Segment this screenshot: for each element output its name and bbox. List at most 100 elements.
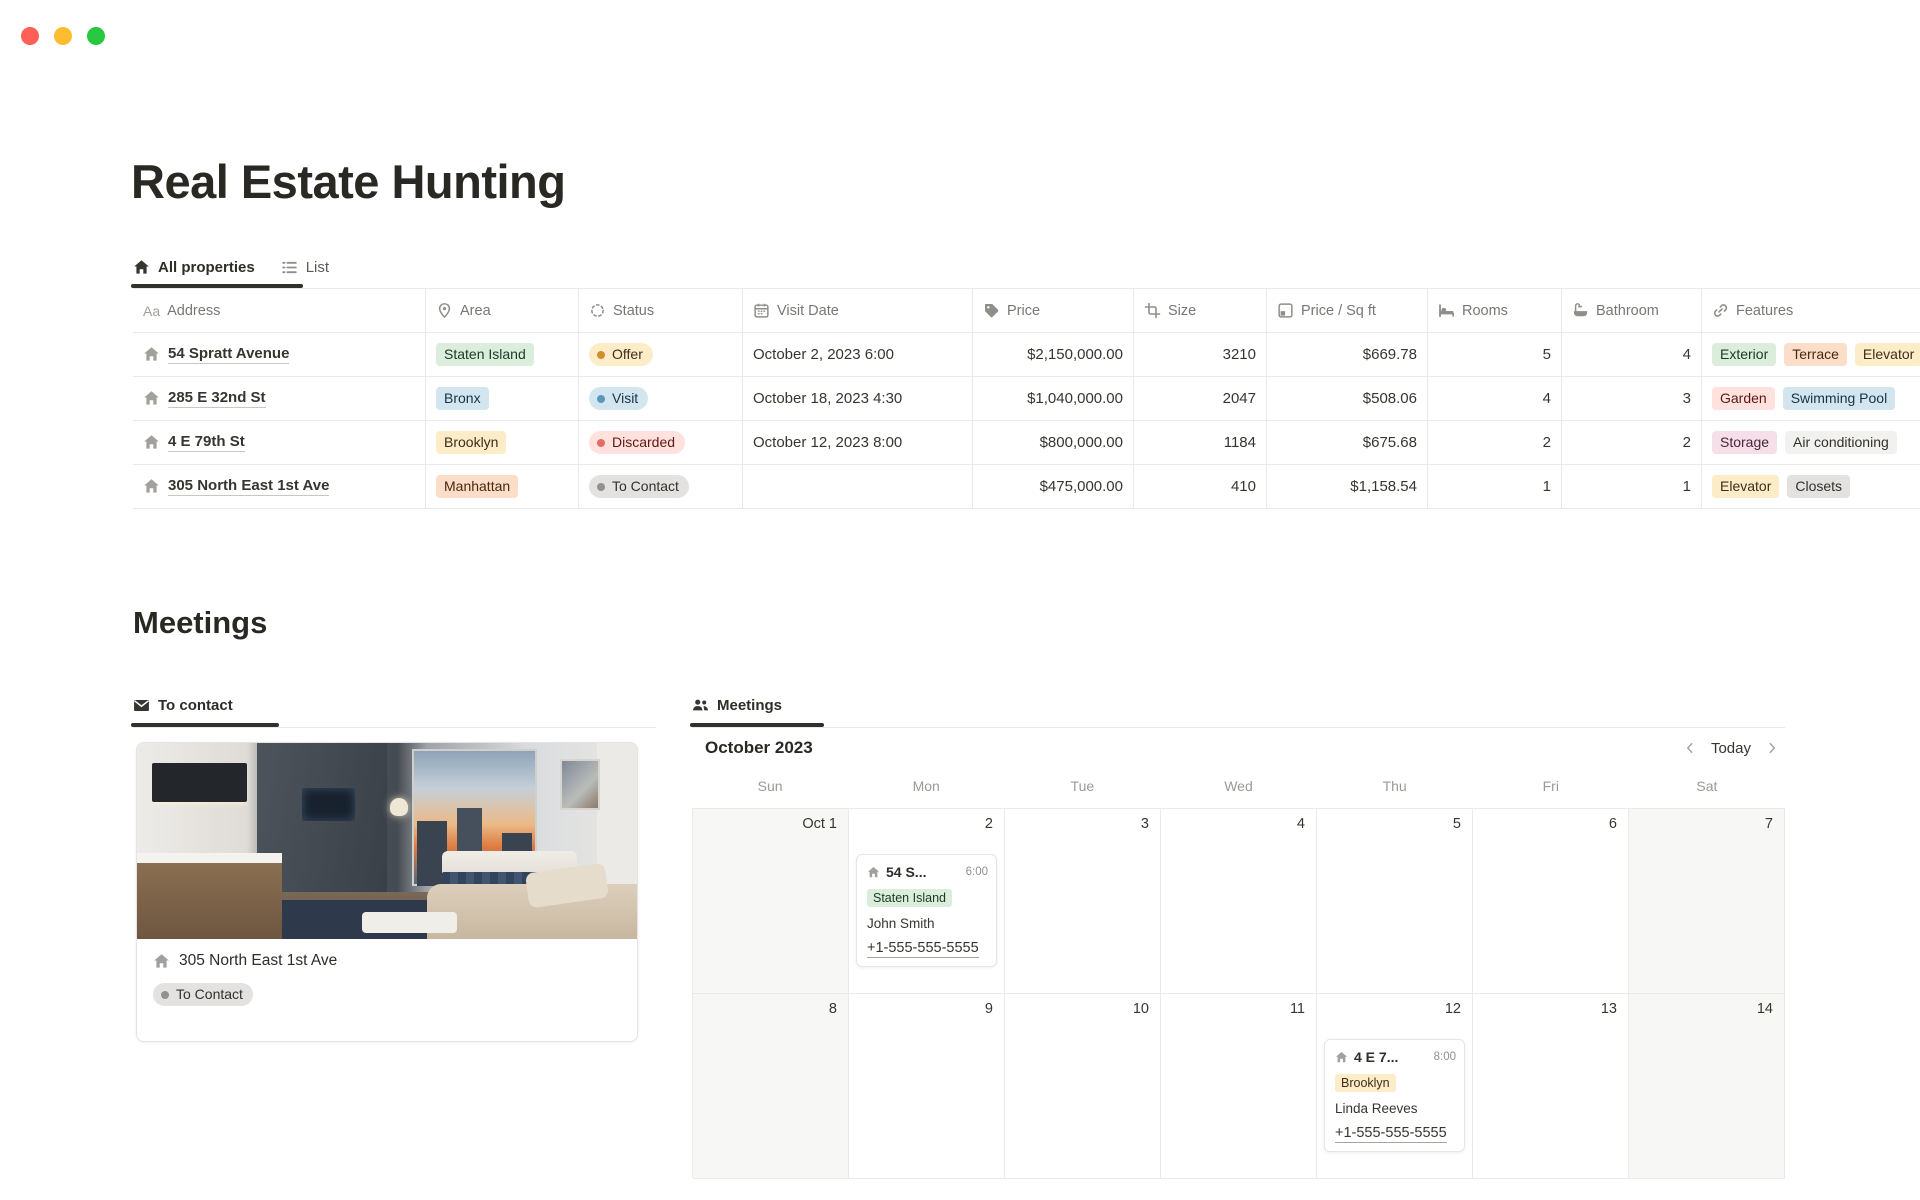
column-header-address[interactable]: AaAddress xyxy=(133,289,426,332)
area-tag: Staten Island xyxy=(436,343,534,366)
day-header: Mon xyxy=(848,778,1004,794)
cell-visit_date[interactable]: October 12, 2023 8:00 xyxy=(743,421,973,464)
calendar-date-label: 3 xyxy=(1141,816,1149,832)
calendar-day-headers: Sun Mon Tue Wed Thu Fri Sat xyxy=(692,778,1785,794)
cell-size[interactable]: 3210 xyxy=(1134,333,1267,376)
formula-icon xyxy=(1277,302,1294,319)
tab-to-contact[interactable]: To contact xyxy=(133,684,233,727)
column-header-visit_date[interactable]: Visit Date xyxy=(743,289,973,332)
cell-area[interactable]: Brooklyn xyxy=(426,421,579,464)
maximize-button[interactable] xyxy=(87,27,105,45)
cell-rooms[interactable]: 1 xyxy=(1428,465,1562,508)
cell-address[interactable]: 305 North East 1st Ave xyxy=(133,465,426,508)
cell-area[interactable]: Manhattan xyxy=(426,465,579,508)
address-link[interactable]: 4 E 79th St xyxy=(168,433,245,452)
cell-address[interactable]: 285 E 32nd St xyxy=(133,377,426,420)
gallery-card-property[interactable]: 305 North East 1st Ave To Contact xyxy=(136,742,638,1042)
calendar-day-cell[interactable]: 14 xyxy=(1629,994,1785,1179)
cell-status[interactable]: Offer xyxy=(579,333,743,376)
column-header-status[interactable]: Status xyxy=(579,289,743,332)
address-link[interactable]: 285 E 32nd St xyxy=(168,389,266,408)
home-icon xyxy=(133,259,150,276)
cell-features[interactable]: GardenSwimming Pool xyxy=(1702,377,1920,420)
calendar-day-cell[interactable]: 11 xyxy=(1161,994,1317,1179)
table-header-row: AaAddressAreaStatusVisit DatePriceSizePr… xyxy=(133,288,1920,333)
tab-all-properties[interactable]: All properties xyxy=(133,246,255,288)
column-header-area[interactable]: Area xyxy=(426,289,579,332)
cell-bathroom[interactable]: 1 xyxy=(1562,465,1702,508)
chevron-right-icon[interactable] xyxy=(1765,741,1779,755)
cell-status[interactable]: Discarded xyxy=(579,421,743,464)
cell-features[interactable]: StorageAir conditioning xyxy=(1702,421,1920,464)
event-card[interactable]: 54 S...6:00Staten IslandJohn Smith+1-555… xyxy=(856,854,997,967)
address-link[interactable]: 305 North East 1st Ave xyxy=(168,477,329,496)
calendar-day-cell[interactable]: Oct 1 xyxy=(693,809,849,994)
calendar-day-cell[interactable]: 4 xyxy=(1161,809,1317,994)
cell-price_sqft[interactable]: $669.78 xyxy=(1267,333,1428,376)
status-dot xyxy=(161,991,169,999)
cell-bathroom[interactable]: 3 xyxy=(1562,377,1702,420)
event-phone-link[interactable]: +1-555-555-5555 xyxy=(867,940,996,956)
tab-meetings-calendar[interactable]: Meetings xyxy=(692,684,782,727)
event-phone-link[interactable]: +1-555-555-5555 xyxy=(1335,1125,1464,1141)
cell-price_sqft[interactable]: $675.68 xyxy=(1267,421,1428,464)
event-card[interactable]: 4 E 7...8:00BrooklynLinda Reeves+1-555-5… xyxy=(1324,1039,1465,1152)
column-header-rooms[interactable]: Rooms xyxy=(1428,289,1562,332)
calendar-day-cell[interactable]: 124 E 7...8:00BrooklynLinda Reeves+1-555… xyxy=(1317,994,1473,1179)
calendar-day-cell[interactable]: 8 xyxy=(693,994,849,1179)
cell-value: $1,040,000.00 xyxy=(1027,390,1123,407)
calendar-day-cell[interactable]: 5 xyxy=(1317,809,1473,994)
minimize-button[interactable] xyxy=(54,27,72,45)
calendar-day-cell[interactable]: 10 xyxy=(1005,994,1161,1179)
table-row: 285 E 32nd St BronxVisitOctober 18, 2023 … xyxy=(133,377,1920,421)
feature-tag: Garden xyxy=(1712,387,1775,410)
calendar-date-label: 5 xyxy=(1453,816,1461,832)
cell-price[interactable]: $1,040,000.00 xyxy=(973,377,1134,420)
column-header-size[interactable]: Size xyxy=(1134,289,1267,332)
address-link[interactable]: 54 Spratt Avenue xyxy=(168,345,289,364)
calendar-day-cell[interactable]: 7 xyxy=(1629,809,1785,994)
today-button[interactable]: Today xyxy=(1711,740,1751,757)
active-tab-underline xyxy=(690,723,824,727)
column-header-price_sqft[interactable]: Price / Sq ft xyxy=(1267,289,1428,332)
cell-features[interactable]: ExteriorTerraceElevator xyxy=(1702,333,1920,376)
cell-address[interactable]: 4 E 79th St xyxy=(133,421,426,464)
cell-status[interactable]: Visit xyxy=(579,377,743,420)
cell-visit_date[interactable]: October 18, 2023 4:30 xyxy=(743,377,973,420)
cell-size[interactable]: 1184 xyxy=(1134,421,1267,464)
calendar-date-label: 6 xyxy=(1609,816,1617,832)
cell-address[interactable]: 54 Spratt Avenue xyxy=(133,333,426,376)
calendar-day-cell[interactable]: 3 xyxy=(1005,809,1161,994)
calendar-day-cell[interactable]: 9 xyxy=(849,994,1005,1179)
column-header-features[interactable]: Features xyxy=(1702,289,1920,332)
house-icon xyxy=(143,478,160,495)
cell-price[interactable]: $475,000.00 xyxy=(973,465,1134,508)
cell-area[interactable]: Bronx xyxy=(426,377,579,420)
tab-list[interactable]: List xyxy=(281,246,329,288)
cell-rooms[interactable]: 5 xyxy=(1428,333,1562,376)
cell-rooms[interactable]: 4 xyxy=(1428,377,1562,420)
chevron-left-icon[interactable] xyxy=(1683,741,1697,755)
calendar-day-cell[interactable]: 6 xyxy=(1473,809,1629,994)
cell-status[interactable]: To Contact xyxy=(579,465,743,508)
close-button[interactable] xyxy=(21,27,39,45)
day-header: Tue xyxy=(1004,778,1160,794)
calendar-date-label: 4 xyxy=(1297,816,1305,832)
cell-area[interactable]: Staten Island xyxy=(426,333,579,376)
column-header-price[interactable]: Price xyxy=(973,289,1134,332)
cell-bathroom[interactable]: 2 xyxy=(1562,421,1702,464)
cell-rooms[interactable]: 2 xyxy=(1428,421,1562,464)
cell-bathroom[interactable]: 4 xyxy=(1562,333,1702,376)
cell-price_sqft[interactable]: $508.06 xyxy=(1267,377,1428,420)
column-header-bathroom[interactable]: Bathroom xyxy=(1562,289,1702,332)
cell-price[interactable]: $2,150,000.00 xyxy=(973,333,1134,376)
cell-visit_date[interactable]: October 2, 2023 6:00 xyxy=(743,333,973,376)
cell-price_sqft[interactable]: $1,158.54 xyxy=(1267,465,1428,508)
cell-size[interactable]: 410 xyxy=(1134,465,1267,508)
cell-price[interactable]: $800,000.00 xyxy=(973,421,1134,464)
calendar-day-cell[interactable]: 13 xyxy=(1473,994,1629,1179)
cell-features[interactable]: ElevatorClosets xyxy=(1702,465,1920,508)
cell-size[interactable]: 2047 xyxy=(1134,377,1267,420)
cell-visit_date[interactable] xyxy=(743,465,973,508)
calendar-day-cell[interactable]: 254 S...6:00Staten IslandJohn Smith+1-55… xyxy=(849,809,1005,994)
